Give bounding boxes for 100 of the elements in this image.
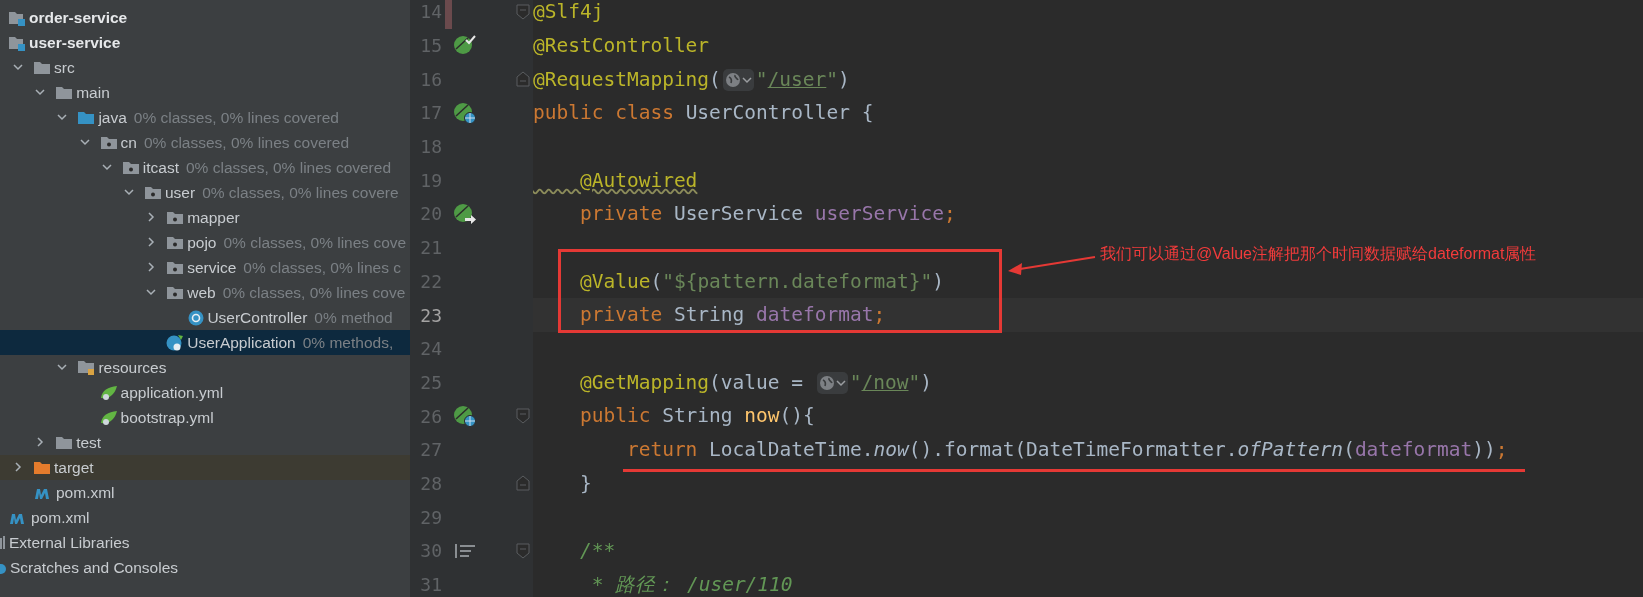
item-label: user [165,182,196,203]
annotation: @RestController [533,33,710,57]
tree-item[interactable]: bootstrap.yml [0,405,410,430]
item-label: pom.xml [31,507,90,528]
chevron-down-icon[interactable] [12,61,24,73]
chevron-down-icon[interactable] [56,111,69,123]
tree-item[interactable]: test [0,430,410,455]
item-label: UserApplication [187,332,296,353]
tree-item[interactable]: main [0,80,410,105]
item-label: pojo [187,232,217,253]
chevron-down-icon[interactable] [34,86,47,98]
tree-item[interactable]: order-service [0,5,410,30]
code-text: ( [709,67,721,91]
item-label: order-service [29,7,128,28]
package-icon [121,160,140,175]
chevron-down-icon[interactable] [100,161,113,173]
bean-arrow-icon[interactable] [453,201,477,226]
field-name: userService [814,202,944,226]
coverage-hint: 0% classes, 0% lines cove [222,282,406,303]
chevron-down-icon[interactable] [78,136,91,148]
spring-class-icon [166,333,185,352]
comment: * 路径： /user/110 [590,572,793,596]
web-inlay-button[interactable] [816,372,848,395]
string-literal: " [755,67,768,91]
folder-icon [55,85,74,100]
chevron-down-icon [835,378,846,389]
code-text: String [662,404,734,428]
tree-item[interactable]: cn 0% classes, 0% lines covered [0,130,410,155]
code-text: UserController { [685,101,874,125]
coverage-hint: 0% classes, 0% lines c [243,257,401,278]
chevron-down-icon[interactable] [56,361,69,373]
tree-item[interactable]: UserApplication 0% methods, [0,330,410,355]
item-label: user-service [29,32,121,53]
tree-item[interactable]: itcast 0% classes, 0% lines covered [0,155,410,180]
tree-item[interactable]: pom.xml [0,505,410,530]
resources-folder-icon [77,359,96,376]
tree-item[interactable]: user 0% classes, 0% lines covere [0,180,410,205]
string-literal: "${pattern.dateformat}" [662,269,933,293]
item-label: java [98,107,127,128]
globe-icon [724,72,741,89]
coverage-hint: 0% method [314,307,393,328]
tree-item[interactable]: UserController 0% method [0,305,410,330]
leaf-file-icon [99,409,118,426]
tree-item[interactable]: user-service [0,30,410,55]
chevron-right-icon[interactable] [12,461,24,473]
tree-item[interactable]: resources [0,355,410,380]
coverage-hint: 0% methods, [302,332,394,353]
item-label: main [76,82,110,103]
chevron-down-icon[interactable] [145,286,158,298]
static-call: now [873,438,909,462]
url-link[interactable]: /user [767,67,827,91]
package-icon [166,210,185,225]
bean-globe-icon[interactable] [453,100,477,125]
tree-item[interactable]: target [0,455,410,480]
bean-globe-icon[interactable] [453,404,477,429]
field-name: dateformat [1354,438,1473,462]
keyword: ; [943,202,956,226]
coverage-hint: 0% classes, 0% lines cove [223,232,407,253]
tree-item[interactable]: Scratches and Consoles [0,555,410,580]
keyword: public [578,404,652,428]
folder-icon [77,110,96,125]
tree-item[interactable]: application.yml [0,380,410,405]
item-label: Scratches and Consoles [10,557,178,578]
tree-item[interactable]: src [0,55,410,80]
url-link[interactable]: /now [861,370,909,394]
package-icon [166,260,185,275]
tree-item[interactable]: java 0% classes, 0% lines covered [0,105,410,130]
method-name: now [744,404,780,428]
tree-item[interactable]: External Libraries [0,530,410,555]
code-text: ( [650,269,663,293]
list-icon[interactable] [454,542,476,559]
code-text: )) [1472,438,1496,462]
tree-item[interactable]: pojo 0% classes, 0% lines cove [0,230,410,255]
libraries-icon [0,535,6,550]
globe-icon [818,375,835,392]
code-text: ) [838,67,850,91]
tree-item[interactable]: service 0% classes, 0% lines c [0,255,410,280]
string-literal: " [826,67,839,91]
web-inlay-button[interactable] [722,69,754,92]
annotation: @GetMapping [578,370,710,394]
keyword: private [578,202,664,226]
code-text: ) [932,269,944,293]
item-label: application.yml [120,382,224,403]
tree-item[interactable]: web 0% classes, 0% lines cove [0,280,410,305]
coverage-hint: 0% classes, 0% lines covered [186,157,392,178]
code-text: (value = [709,370,805,394]
item-label: target [54,457,94,478]
folder-icon [33,460,51,475]
class-icon [188,309,205,326]
item-label: test [76,432,102,453]
item-label: resources [98,357,167,378]
code-text: LocalDateTime. [709,438,874,462]
module-folder-icon [8,34,26,51]
code-text: (){ [779,404,815,428]
tree-item[interactable]: mapper [0,205,410,230]
chevron-down-icon[interactable] [123,186,135,198]
item-label: bootstrap.yml [120,407,214,428]
tree-item[interactable]: pom.xml [0,480,410,505]
folder-icon [33,60,51,75]
item-label: mapper [187,207,240,228]
